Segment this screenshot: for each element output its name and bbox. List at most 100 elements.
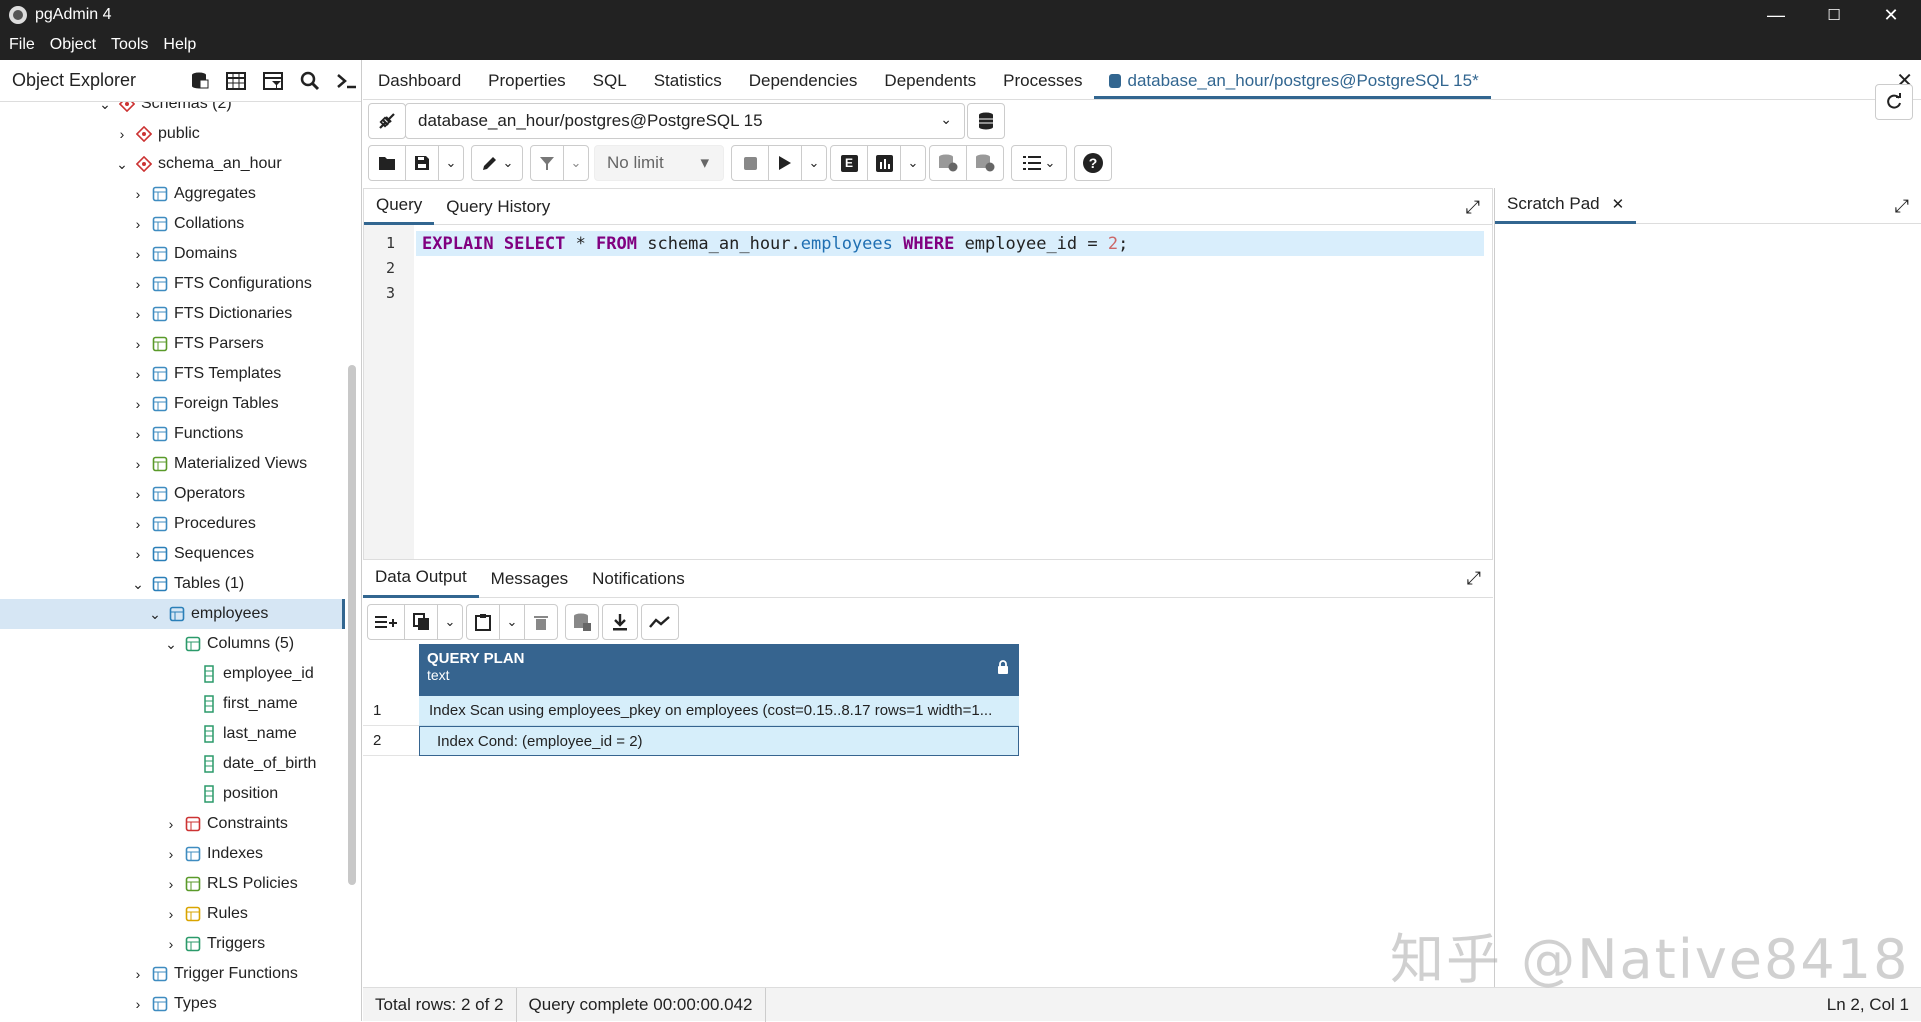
tree-node[interactable]: ⌄ employees	[0, 599, 345, 629]
tree-node[interactable]: employee_id	[178, 659, 314, 689]
tab-dashboard[interactable]: Dashboard	[363, 71, 473, 99]
tree-node[interactable]: › Aggregates	[129, 179, 256, 209]
expand-icon[interactable]: ⤢	[1895, 196, 1909, 217]
expand-icon[interactable]: ⤢	[1466, 197, 1480, 218]
tab-dependencies[interactable]: Dependencies	[734, 71, 870, 99]
tree-node[interactable]: ⌄ Schemas (2)	[96, 102, 232, 119]
tree-node[interactable]: › FTS Templates	[129, 359, 282, 389]
chevron-right-icon[interactable]: ›	[162, 936, 180, 952]
tree-node[interactable]: › Domains	[129, 239, 237, 269]
column-header-query-plan[interactable]: QUERY PLAN text	[419, 644, 1019, 696]
tree-node[interactable]: › Trigger Functions	[129, 959, 298, 989]
edit-button[interactable]: ⌄	[471, 145, 523, 181]
explain-analyze-button[interactable]	[867, 145, 901, 181]
chevron-right-icon[interactable]: ›	[129, 366, 147, 382]
chevron-right-icon[interactable]: ›	[162, 846, 180, 862]
help-button[interactable]: ?	[1074, 145, 1112, 181]
tree-node[interactable]: › Constraints	[162, 809, 288, 839]
tree-node[interactable]: date_of_birth	[178, 749, 316, 779]
close-window-button[interactable]: ✕	[1863, 0, 1919, 30]
tab-query-tool[interactable]: database_an_hour/postgres@PostgreSQL 15*	[1094, 71, 1491, 99]
tree-node[interactable]: › FTS Parsers	[129, 329, 264, 359]
tree-node[interactable]: › Indexes	[162, 839, 263, 869]
menu-object[interactable]: Object	[50, 36, 96, 54]
menu-tools[interactable]: Tools	[111, 36, 148, 54]
search-icon[interactable]	[295, 66, 324, 96]
chevron-down-icon[interactable]: ⌄	[146, 606, 164, 623]
tree-node[interactable]: › Sequences	[129, 539, 254, 569]
table-cell[interactable]: Index Cond: (employee_id = 2)	[419, 726, 1019, 756]
execute-button[interactable]	[768, 145, 802, 181]
tab-query-history[interactable]: Query History	[434, 189, 562, 225]
explain-dropdown[interactable]: ⌄	[900, 145, 926, 181]
chevron-right-icon[interactable]: ›	[129, 546, 147, 562]
chevron-right-icon[interactable]: ›	[162, 816, 180, 832]
tree-node[interactable]: position	[178, 779, 278, 809]
connection-select[interactable]: database_an_hour/postgres@PostgreSQL 15 …	[405, 103, 965, 139]
add-row-button[interactable]	[367, 604, 405, 640]
query-tool-db-icon[interactable]	[184, 66, 213, 96]
chevron-right-icon[interactable]: ›	[129, 186, 147, 202]
chevron-right-icon[interactable]: ›	[162, 906, 180, 922]
sql-code-line[interactable]: EXPLAIN SELECT * FROM schema_an_hour. emp…	[416, 231, 1484, 256]
chevron-right-icon[interactable]: ›	[129, 246, 147, 262]
macros-button[interactable]: ⌄	[1011, 145, 1067, 181]
menu-help[interactable]: Help	[163, 36, 196, 54]
filter-button[interactable]	[530, 145, 564, 181]
execute-dropdown[interactable]: ⌄	[801, 145, 827, 181]
chevron-down-icon[interactable]: ⌄	[129, 576, 147, 593]
tree-node[interactable]: ⌄ Columns (5)	[162, 629, 294, 659]
tree-node[interactable]: ⌄ schema_an_hour	[113, 149, 282, 179]
copy-button[interactable]	[404, 604, 438, 640]
paste-button[interactable]	[466, 604, 500, 640]
chevron-right-icon[interactable]: ›	[129, 336, 147, 352]
tree-node[interactable]: › Functions	[129, 419, 244, 449]
chevron-down-icon[interactable]: ⌄	[113, 156, 131, 173]
row-number[interactable]: 2	[363, 726, 419, 756]
tab-query[interactable]: Query	[364, 189, 435, 225]
new-connection-icon[interactable]	[967, 103, 1005, 139]
tree-node[interactable]: › Types	[129, 989, 217, 1019]
chevron-right-icon[interactable]: ›	[129, 486, 147, 502]
save-button[interactable]	[405, 145, 439, 181]
tab-properties[interactable]: Properties	[473, 71, 577, 99]
paste-dropdown[interactable]: ⌄	[499, 604, 525, 640]
tab-processes[interactable]: Processes	[988, 71, 1094, 99]
tab-notifications[interactable]: Notifications	[580, 560, 697, 598]
chevron-right-icon[interactable]: ›	[162, 876, 180, 892]
menu-file[interactable]: File	[9, 36, 35, 54]
explorer-scrollbar[interactable]	[348, 365, 356, 885]
open-file-button[interactable]	[368, 145, 406, 181]
save-dropdown[interactable]: ⌄	[438, 145, 464, 181]
filtered-rows-icon[interactable]	[258, 66, 287, 96]
view-data-table-icon[interactable]	[221, 66, 250, 96]
chevron-right-icon[interactable]: ›	[129, 306, 147, 322]
tab-dependents[interactable]: Dependents	[869, 71, 988, 99]
chevron-right-icon[interactable]: ›	[129, 996, 147, 1012]
limit-select[interactable]: No limit ▾	[594, 145, 724, 181]
tree-node[interactable]: first_name	[178, 689, 298, 719]
tab-messages[interactable]: Messages	[479, 560, 580, 598]
tree-node[interactable]: › RLS Policies	[162, 869, 298, 899]
tree-node[interactable]: › Materialized Views	[129, 449, 307, 479]
tree-node[interactable]: › Foreign Tables	[129, 389, 279, 419]
explain-button[interactable]: E	[830, 145, 868, 181]
tab-sql[interactable]: SQL	[578, 71, 639, 99]
tree-node[interactable]: › Procedures	[129, 509, 256, 539]
delete-button[interactable]	[524, 604, 558, 640]
tab-statistics[interactable]: Statistics	[639, 71, 734, 99]
tree-node[interactable]: › FTS Dictionaries	[129, 299, 293, 329]
chevron-right-icon[interactable]: ›	[129, 426, 147, 442]
chevron-right-icon[interactable]: ›	[129, 516, 147, 532]
tree-node[interactable]: › FTS Configurations	[129, 269, 312, 299]
tree-node[interactable]: last_name	[178, 719, 297, 749]
tree-node[interactable]: › Operators	[129, 479, 245, 509]
chevron-right-icon[interactable]: ›	[129, 456, 147, 472]
minimize-button[interactable]: —	[1748, 0, 1804, 30]
maximize-button[interactable]: ☐	[1806, 0, 1862, 30]
download-button[interactable]	[602, 604, 638, 640]
connection-status-icon[interactable]	[368, 103, 406, 139]
graph-visualiser-button[interactable]	[641, 604, 679, 640]
expand-icon[interactable]: ⤢	[1467, 568, 1481, 589]
tree-node[interactable]: › public	[113, 119, 200, 149]
